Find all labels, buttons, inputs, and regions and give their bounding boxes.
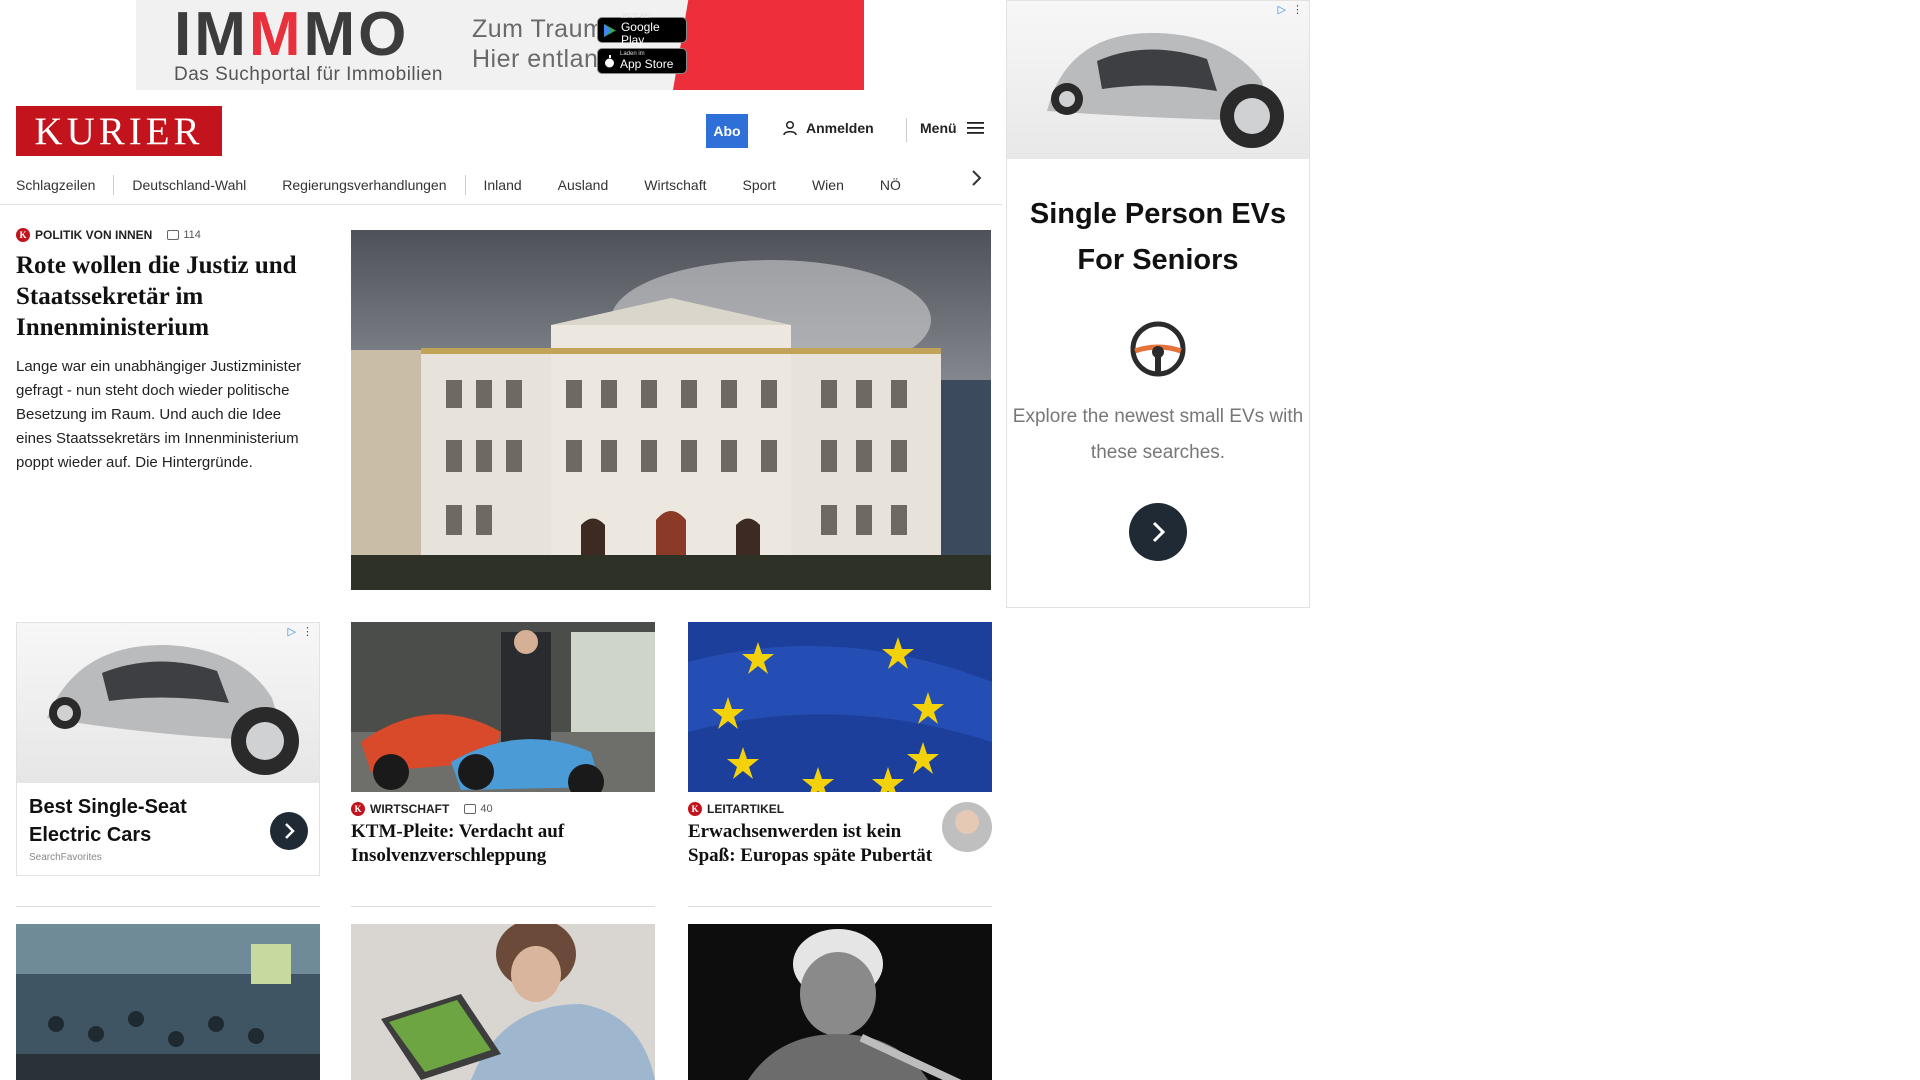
ev-car-image [1007,1,1309,159]
google-play-icon [604,23,616,37]
nav-separator [113,175,115,195]
row-divider [688,906,992,907]
abo-button[interactable]: Abo [706,114,748,148]
nav-item-regierungsverhandlungen[interactable]: Regierungsverhandlungen [282,177,446,193]
main-navigation: Schlagzeilen Deutschland-Wahl Regierungs… [16,168,992,202]
apple-icon [605,54,614,67]
immmo-tagline: Das Suchportal für Immobilien [174,64,443,85]
steering-wheel-icon [1130,321,1186,377]
article-card-europa[interactable]: K LEITARTIKEL Erwachsenwerden ist kein S… [688,622,992,868]
ad-card-car-image [17,623,319,783]
menu-button[interactable]: Menü [920,120,984,136]
comment-bubble-icon [464,804,477,814]
row-divider [351,906,655,907]
nav-separator [464,175,466,195]
chevron-right-icon [1152,521,1166,543]
kurier-k-icon: K [688,802,702,816]
ad-card-source: SearchFavorites [29,852,102,863]
hamburger-icon [966,122,984,134]
comment-bubble-icon [167,230,180,240]
google-play-button[interactable]: JETZT BEI Google Play [597,14,687,46]
comment-count[interactable]: 114 [167,229,201,241]
ktm-motorbike-image [351,622,655,792]
login-label: Anmelden [806,120,874,136]
nav-item-wien[interactable]: Wien [812,177,844,193]
author-avatar[interactable] [942,802,992,852]
native-ad-card[interactable]: ▷ ⋮ Best Single-Seat Electric Cars Searc… [16,622,320,876]
chevron-right-icon [285,823,295,839]
nav-item-inland[interactable]: Inland [484,177,522,193]
nav-item-noe[interactable]: NÖ [880,177,901,193]
nav-item-schlagzeilen[interactable]: Schlagzeilen [16,177,95,193]
kurier-logo[interactable]: KURIER [16,106,222,156]
side-ad-arrow-button[interactable] [1129,503,1187,561]
side-ad-subtitle: Explore the newest small EVs with these … [1012,406,1304,463]
nav-item-ausland[interactable]: Ausland [558,177,609,193]
immmo-brand-logo: IMMMO [174,0,410,69]
lead-article[interactable]: K POLITIK VON INNEN 114 Rote wollen die … [16,228,316,475]
lead-teaser: Lange war ein unabhängiger Justizministe… [16,358,302,471]
article-image-portrait[interactable] [688,924,992,1080]
side-ad-title[interactable]: Single Person EVs For Seniors [1007,191,1309,283]
user-icon [783,120,797,136]
europa-title[interactable]: Erwachsenwerden ist kein Spaß: Europas s… [688,820,938,868]
ktm-title[interactable]: KTM-Pleite: Verdacht auf Insolvenzversch… [351,820,655,868]
ad-card-arrow-button[interactable] [270,812,308,850]
lead-image-palace[interactable] [351,230,991,590]
top-banner-ad[interactable]: IMMMO Das Suchportal für Immobilien Zum … [136,0,864,90]
nav-divider [0,204,1002,205]
nav-scroll-right-icon[interactable] [970,168,990,190]
ad-card-title[interactable]: Best Single-Seat Electric Cars [29,793,259,849]
eu-flag-image [688,622,992,792]
article-image-airport[interactable] [16,924,320,1080]
comment-count[interactable]: 40 [464,803,493,815]
menu-label: Menü [920,120,957,136]
ktm-kicker: K WIRTSCHAFT 40 [351,802,655,816]
adchoices-icon[interactable]: ▷ ⋮ [288,625,313,638]
ad-red-panel [673,0,864,90]
kurier-k-icon: K [351,802,365,816]
lead-title[interactable]: Rote wollen die Justiz und Staatssekretä… [16,250,316,343]
kurier-k-icon: K [16,228,30,242]
lead-kicker: K POLITIK VON INNEN 114 [16,228,316,242]
nav-item-wirtschaft[interactable]: Wirtschaft [644,177,706,193]
article-image-laptop[interactable] [351,924,655,1080]
login-button[interactable]: Anmelden [782,120,874,136]
side-ad[interactable]: ▷ ⋮ Single Person EVs For Seniors Explor… [1006,0,1310,608]
header-divider [906,118,907,142]
app-store-button[interactable]: Laden im App Store [597,48,687,74]
nav-item-sport[interactable]: Sport [742,177,775,193]
nav-item-deutschland-wahl[interactable]: Deutschland-Wahl [132,177,246,193]
adchoices-icon[interactable]: ▷ ⋮ [1278,3,1303,16]
article-card-ktm[interactable]: K WIRTSCHAFT 40 KTM-Pleite: Verdacht auf… [351,622,655,868]
row-divider [16,906,320,907]
